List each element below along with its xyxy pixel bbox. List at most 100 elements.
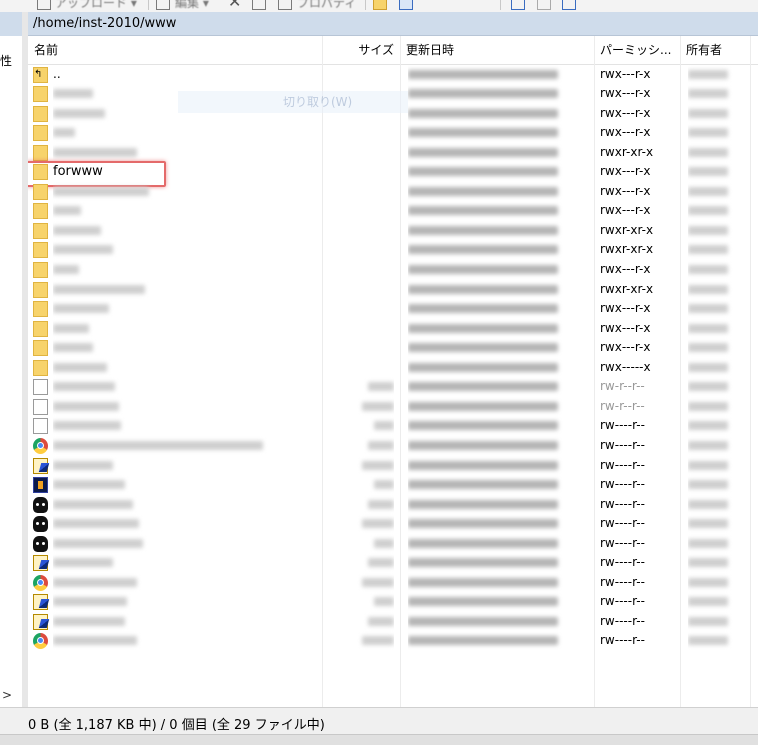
redacted-size [368,382,394,392]
folder-row[interactable]: rwx---r-x [28,182,758,202]
redacted-name [53,597,127,607]
redacted-size [362,401,394,411]
column-size[interactable]: サイズ [322,36,400,64]
redacted-date [408,323,558,333]
file-row[interactable]: rw----r-- [28,416,758,436]
redacted-size [374,421,394,431]
file-row[interactable]: rw----r-- [28,534,758,554]
add-icon[interactable] [511,0,525,10]
file-permissions: rwxr-xr-x [600,242,654,257]
redacted-date [408,460,558,470]
file-row[interactable]: rw----r-- [28,514,758,534]
path-bar[interactable]: /home/inst-2010/www [28,12,758,36]
redacted-date [408,108,558,118]
modified-date [408,162,588,182]
left-pane-scroll-right[interactable]: > [2,688,14,702]
file-row[interactable]: rw-r--r-- [28,377,758,397]
folder-row[interactable]: rwx---r-x [28,338,758,358]
left-pane-header [0,12,22,36]
redacted-name [53,577,137,587]
file-row[interactable]: rw----r-- [28,495,758,515]
file-row[interactable]: rw----r-- [28,436,758,456]
new-folder-icon[interactable] [373,0,387,10]
file-row[interactable]: rw----r-- [28,631,758,651]
file-row[interactable]: rw----r-- [28,553,758,573]
file-row[interactable]: rw----r-- [28,456,758,476]
file-permissions: rw-r--r-- [600,379,645,394]
blank-icon[interactable] [537,0,551,10]
folder-row[interactable]: rwxr-xr-x [28,221,758,241]
file-size [348,592,394,612]
editor-icon [33,594,48,611]
file-name [53,338,318,358]
folder-row[interactable]: rwx---r-x [28,260,758,280]
folder-row[interactable]: rwx---r-x [28,201,758,221]
modified-date [408,495,588,515]
redacted-owner [688,245,728,255]
file-permissions: rwx---r-x [600,105,651,120]
file-size [348,573,394,593]
file-permissions: rw----r-- [600,437,645,452]
black-cat-icon [33,496,48,513]
folder-row[interactable]: forwww rwx---r-x [28,161,758,188]
editor-icon [33,555,48,572]
file-name [53,553,318,573]
modified-date [408,299,588,319]
folder-icon [33,144,48,161]
file-permissions: rw----r-- [600,633,645,648]
column-permissions[interactable]: パーミッシ... [594,36,680,64]
file-list[interactable]: ^ 名前 サイズ 更新日時 パーミッシ... 所有者 ↰.. rwx---r-x r… [28,36,758,707]
redacted-size [368,499,394,509]
left-pane: 性 > [0,12,23,707]
folder-row[interactable]: rwxr-xr-x [28,240,758,260]
folder-row[interactable]: rwx---r-x [28,299,758,319]
redacted-name [53,558,113,568]
folder-row[interactable]: rwx---r-x [28,319,758,339]
folder-row[interactable]: rwxr-xr-x [28,280,758,300]
properties-icon[interactable] [252,0,266,10]
file-permissions: rw----r-- [600,457,645,472]
file-row[interactable]: rw----r-- [28,475,758,495]
file-row[interactable]: rw-r--r-- [28,397,758,417]
file-permissions: rwx-----x [600,359,651,374]
redacted-owner [688,167,728,177]
file-row[interactable]: rw----r-- [28,612,758,632]
redacted-name [53,519,139,529]
properties-button[interactable]: プロパティ [297,0,356,11]
modified-date [408,631,588,651]
column-owner[interactable]: 所有者 [680,36,758,64]
properties-doc-icon[interactable] [278,0,292,10]
file-name [53,123,318,143]
delete-icon[interactable]: ✕ [228,0,242,11]
folder-row[interactable]: ↰.. rwx---r-x [28,65,758,85]
file-permissions: rw----r-- [600,613,645,628]
modified-date [408,514,588,534]
modified-date [408,573,588,593]
redacted-name [53,460,113,470]
modified-date [408,377,588,397]
column-modified[interactable]: 更新日時 [400,36,594,64]
redacted-name [53,304,109,314]
file-row[interactable]: rw----r-- [28,592,758,612]
upload-button[interactable]: アップロード ▾ [55,0,137,11]
column-name[interactable]: 名前 [28,36,322,64]
file-size [348,612,394,632]
redacted-date [408,480,558,490]
redacted-date [408,128,558,138]
folder-row[interactable]: rwx-----x [28,358,758,378]
folder-row[interactable]: rwxr-xr-x [28,143,758,163]
file-permissions: rw----r-- [600,574,645,589]
file-size [348,495,394,515]
filter-icon[interactable] [562,0,576,10]
edit-button[interactable]: 編集 ▾ [175,0,209,11]
redacted-owner [688,421,728,431]
folder-row[interactable]: rwx---r-x [28,123,758,143]
file-name [53,319,318,339]
redacted-name [53,186,149,196]
file-row[interactable]: rw----r-- [28,573,758,593]
modified-date [408,416,588,436]
modified-date [408,358,588,378]
upload-icon[interactable] [37,0,51,10]
new-file-icon[interactable] [399,0,413,10]
edit-icon[interactable] [156,0,170,10]
